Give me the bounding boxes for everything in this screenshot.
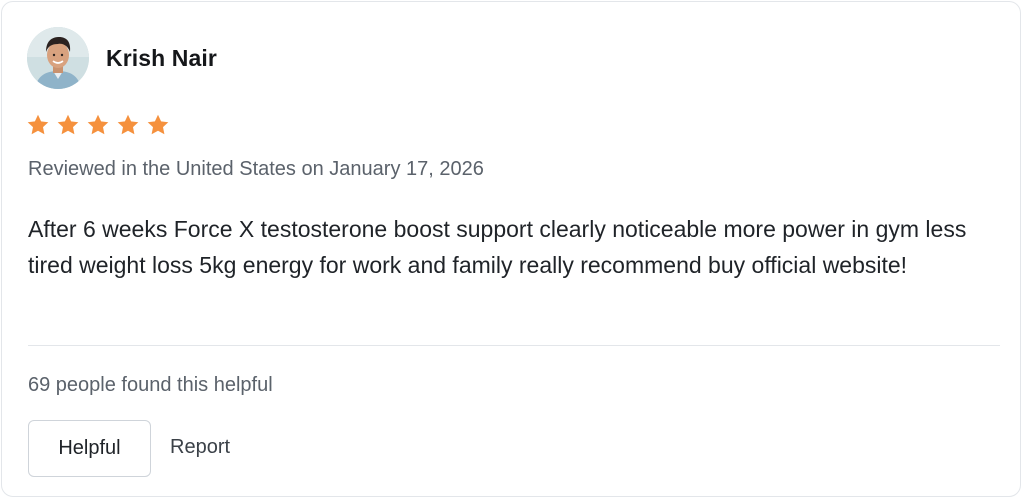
review-header: Krish Nair — [27, 27, 217, 89]
star-icon — [27, 114, 49, 135]
helpful-count: 69 people found this helpful — [28, 374, 273, 396]
star-rating — [26, 113, 170, 137]
person-avatar-icon — [27, 27, 89, 89]
avatar — [27, 27, 89, 89]
star-icon — [147, 114, 169, 135]
review-text: After 6 weeks Force X testosterone boost… — [28, 216, 967, 278]
star-icon — [117, 114, 139, 135]
star-icon — [57, 114, 79, 135]
review-meta: Reviewed in the United States on January… — [28, 158, 484, 180]
report-link[interactable]: Report — [170, 436, 230, 459]
helpful-button[interactable]: Helpful — [28, 420, 151, 477]
divider — [28, 345, 1000, 346]
review-card: Krish Nair Reviewed in the United States… — [1, 1, 1021, 497]
reviewer-name: Krish Nair — [106, 44, 217, 71]
star-icon — [87, 114, 109, 135]
